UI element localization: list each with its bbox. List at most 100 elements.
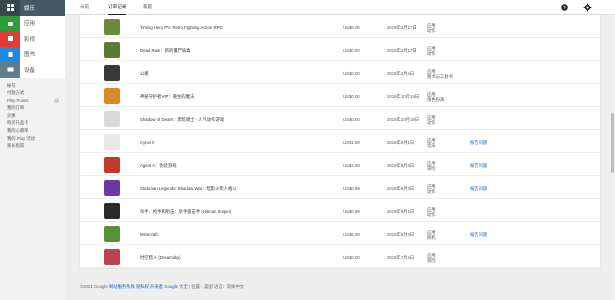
order-row[interactable]: Agent A：伪装游戏 US$4.99 2019年8月3日 应用 冒险 报告问题 <box>80 153 600 176</box>
nav-account[interactable]: 帐号 <box>0 82 65 90</box>
copyright-text: ©2021 Google <box>80 284 108 289</box>
scrollbar-thumb[interactable] <box>611 113 614 173</box>
report-problem-link[interactable]: 报告问题 <box>470 163 487 169</box>
app-thumbnail[interactable] <box>104 225 120 242</box>
android-icon <box>0 15 20 31</box>
order-date: 2019年2月4日 <box>387 71 415 76</box>
order-title[interactable]: Dead Rain：新的僵尸病毒 <box>140 48 190 54</box>
device-icon <box>0 62 20 78</box>
app-thumbnail[interactable] <box>104 133 120 150</box>
order-title[interactable]: 杀手、枪手和狙击：杀手狙击手 (Hitman Sniper) <box>140 209 231 215</box>
order-title[interactable]: 公模 <box>140 71 149 77</box>
order-price: US$0.00 <box>343 255 360 260</box>
order-row[interactable]: Dead Rain：新的僵尸病毒 US$0.00 2019年2月17日 应用 动作 <box>80 38 600 61</box>
settings-gear-icon[interactable] <box>583 3 592 12</box>
app-thumbnail[interactable] <box>104 156 120 173</box>
app-thumbnail[interactable] <box>104 202 120 219</box>
order-date: 2019年8月3日 <box>387 163 415 168</box>
category-movies[interactable]: 影视 <box>0 31 65 47</box>
category-label: 影视 <box>24 36 36 43</box>
nav-play-activity[interactable]: 我的 Play 活动 <box>0 135 65 143</box>
order-date: 2019年10月19日 <box>387 94 420 99</box>
category-apps[interactable]: 应用 <box>0 15 65 31</box>
order-genre: 图书与工具书 <box>427 73 453 79</box>
category-entertainment[interactable]: 娱乐 <box>0 0 65 16</box>
order-price: US$0.00 <box>343 25 360 30</box>
order-genre: 动作 <box>427 211 436 217</box>
app-thumbnail[interactable] <box>104 179 120 196</box>
order-row[interactable]: 神秘守护者VIP：重生的魔法 US$0.00 2019年10月19日 应用 角色扮演 <box>80 84 600 107</box>
order-row[interactable]: Minecraft US$6.99 2019年8月3日 应用 街机 报告问题 <box>80 222 600 245</box>
order-date: 2019年10月19日 <box>387 117 420 122</box>
order-row[interactable]: 时空猎人 (Dreamsky) US$0.00 2019年7月2日 应用 冒险 <box>80 245 600 268</box>
order-price: US$0.00 <box>343 94 360 99</box>
order-price: US$0.00 <box>343 117 360 122</box>
order-row[interactable]: Cytus II US$1.99 2019年9月1日 应用 音乐 报告问题 <box>80 130 600 153</box>
order-date: 2019年2月17日 <box>387 25 417 30</box>
order-price: US$0.99 <box>343 209 360 214</box>
order-price: US$0.00 <box>343 48 360 53</box>
order-title[interactable]: 时空猎人 (Dreamsky) <box>140 255 181 261</box>
nav-play-points[interactable]: Play Points ‹ <box>0 97 65 105</box>
order-price: US$1.99 <box>343 140 360 145</box>
apps-grid-icon <box>0 0 20 16</box>
nav-gift-card[interactable]: 购买礼品卡 <box>0 119 65 127</box>
order-title[interactable]: Agent A：伪装游戏 <box>140 163 177 169</box>
order-date: 2019年8月3日 <box>387 232 415 237</box>
order-genre: 动作 <box>427 27 436 33</box>
nav-subscriptions[interactable]: 我的订阅 <box>0 104 65 112</box>
help-icon[interactable]: ? <box>560 3 569 12</box>
order-date: 2019年8月3日 <box>387 186 415 191</box>
order-genre: 动作 <box>427 50 436 56</box>
order-title[interactable]: Cytus II <box>140 140 155 145</box>
order-title[interactable]: Timing Hero PV: Retro Fighting Action RP… <box>140 25 223 30</box>
order-date: 2019年2月17日 <box>387 48 417 53</box>
order-title[interactable]: Shadow of Death：黑暗骑士 - 人气动作游戏 <box>140 117 224 123</box>
category-label: 设备 <box>24 67 36 74</box>
category-label: 娱乐 <box>24 5 36 12</box>
app-thumbnail[interactable] <box>104 110 120 127</box>
category-label: 应用 <box>24 21 36 28</box>
order-row[interactable]: 公模 US$0.00 2019年2月4日 应用 图书与工具书 <box>80 61 600 84</box>
nav-payment-methods[interactable]: 付款方式 <box>0 89 65 97</box>
page-footer: ©2021 Google 网站服务条款 隐私权 开发者 Google 大全 | … <box>80 284 244 290</box>
order-genre: 街机 <box>427 234 436 240</box>
order-genre: 动作 <box>427 188 436 194</box>
app-thumbnail[interactable] <box>104 87 120 104</box>
app-thumbnail[interactable] <box>104 18 120 35</box>
tab-order-history[interactable]: 订单记录 <box>108 4 127 16</box>
order-genre: 冒险 <box>427 257 436 263</box>
footer-links[interactable]: 网站服务条款 隐私权 开发者 Google 大全 <box>109 284 188 289</box>
order-row[interactable]: Shadow of Death：黑暗骑士 - 人气动作游戏 US$0.00 2019… <box>80 107 600 130</box>
order-row[interactable]: 杀手、枪手和狙击：杀手狙击手 (Hitman Sniper) US$0.99 201… <box>80 199 600 222</box>
tab-previous[interactable]: 从前 <box>80 4 89 10</box>
account-nav: 帐号 付款方式 Play Points ‹ 我的订阅 兑换 购买礼品卡 我的心愿… <box>0 78 65 150</box>
order-title[interactable]: 神秘守护者VIP：重生的魔法 <box>140 94 194 100</box>
nav-parent-guide[interactable]: 家长指南 <box>0 142 65 150</box>
app-thumbnail[interactable] <box>104 64 120 81</box>
chevron-left-icon[interactable]: ‹ <box>54 98 59 104</box>
tab-family[interactable]: 家庭 <box>143 4 152 10</box>
nav-wishlist[interactable]: 我的心愿单 <box>0 127 65 135</box>
order-title[interactable]: Stickman Legends: Shadow War：暗影火柴人格斗 <box>140 186 237 192</box>
left-sidebar: 娱乐 应用 影视 图书 设备 帐号 付款方式 Play Points ‹ 我的订… <box>0 0 65 300</box>
order-date: 2019年8月1日 <box>387 209 415 214</box>
report-problem-link[interactable]: 报告问题 <box>470 232 487 238</box>
app-thumbnail[interactable] <box>104 41 120 58</box>
order-genre: 动作 <box>427 119 436 125</box>
report-problem-link[interactable]: 报告问题 <box>470 186 487 192</box>
report-problem-link[interactable]: 报告问题 <box>470 140 487 146</box>
nav-label: Play Points <box>7 97 29 103</box>
top-bar: 从前 订单记录 家庭 ? <box>65 0 615 16</box>
category-devices[interactable]: 设备 <box>0 62 65 78</box>
order-row[interactable]: Stickman Legends: Shadow War：暗影火柴人格斗 US$0… <box>80 176 600 199</box>
category-books[interactable]: 图书 <box>0 46 65 62</box>
nav-redeem[interactable]: 兑换 <box>0 112 65 120</box>
order-price: US$0.00 <box>343 71 360 76</box>
order-title[interactable]: Minecraft <box>140 232 158 237</box>
order-price: US$4.99 <box>343 163 360 168</box>
order-row[interactable]: Timing Hero PV: Retro Fighting Action RP… <box>80 15 600 38</box>
svg-text:?: ? <box>563 5 566 10</box>
film-icon <box>0 31 20 47</box>
app-thumbnail[interactable] <box>104 248 120 265</box>
